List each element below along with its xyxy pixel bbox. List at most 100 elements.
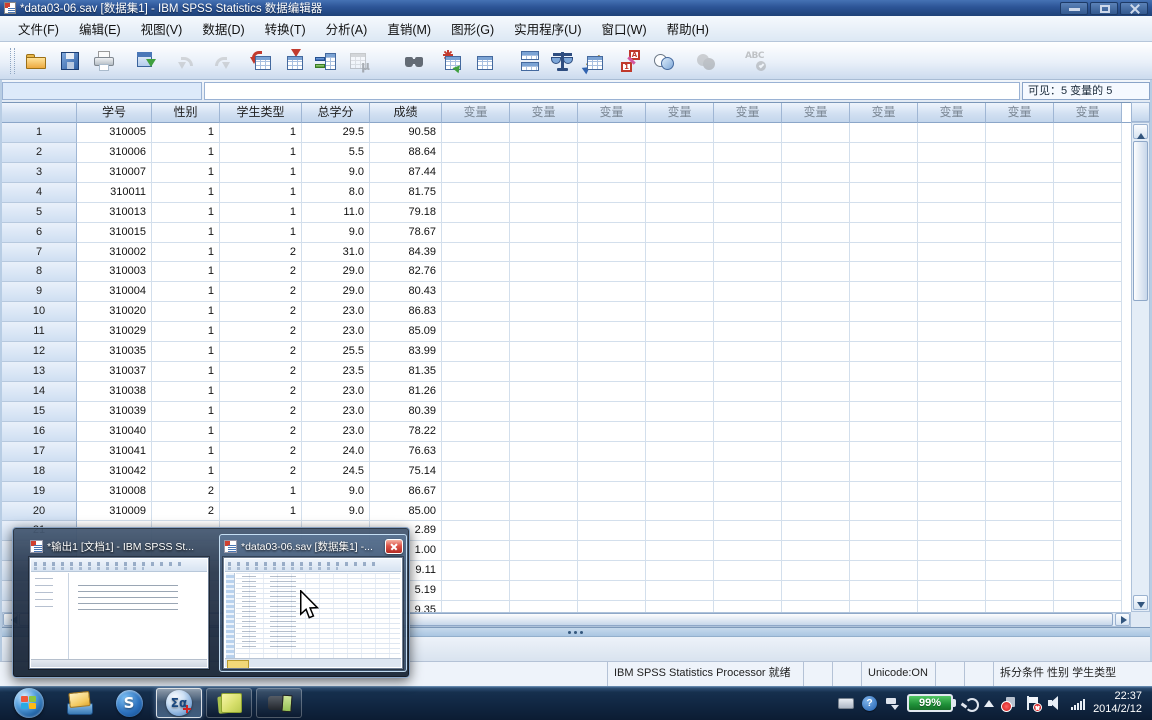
cell[interactable]: 2 [152,501,220,522]
empty-cell[interactable] [578,501,646,522]
empty-cell[interactable] [646,282,714,303]
empty-cell[interactable] [986,461,1054,482]
empty-cell[interactable] [1054,342,1122,363]
cell[interactable]: 75.14 [370,461,442,482]
empty-cell[interactable] [782,262,850,283]
col-header-empty[interactable]: 变量 [986,103,1054,123]
empty-cell[interactable] [646,441,714,462]
cell[interactable]: 29.5 [302,123,370,143]
empty-cell[interactable] [782,481,850,502]
col-header-empty[interactable]: 变量 [782,103,850,123]
cell[interactable]: 1 [220,182,302,203]
empty-cell[interactable] [646,401,714,422]
empty-cell[interactable] [714,282,782,303]
empty-cell[interactable] [442,262,510,283]
col-header-empty[interactable]: 变量 [850,103,918,123]
empty-cell[interactable] [578,601,646,612]
empty-cell[interactable] [918,401,986,422]
empty-cell[interactable] [578,481,646,502]
empty-cell[interactable] [646,302,714,323]
empty-cell[interactable] [782,401,850,422]
empty-cell[interactable] [442,322,510,343]
minimize-button[interactable] [1060,1,1088,15]
empty-cell[interactable] [918,561,986,582]
cell[interactable]: 31.0 [302,242,370,263]
cell[interactable]: 1 [152,123,220,143]
empty-cell[interactable] [510,441,578,462]
empty-cell[interactable] [714,202,782,223]
empty-cell[interactable] [510,461,578,482]
empty-cell[interactable] [442,302,510,323]
empty-cell[interactable] [918,421,986,442]
empty-cell[interactable] [782,601,850,612]
cell[interactable]: 29.0 [302,262,370,283]
empty-cell[interactable] [510,262,578,283]
empty-cell[interactable] [510,302,578,323]
empty-cell[interactable] [986,601,1054,612]
col-header-1[interactable]: 学号 [77,103,152,123]
empty-cell[interactable] [442,461,510,482]
empty-cell[interactable] [578,342,646,363]
empty-cell[interactable] [442,541,510,562]
empty-cell[interactable] [782,561,850,582]
empty-cell[interactable] [714,362,782,382]
toolbar-open-data-document-button[interactable] [21,46,51,76]
empty-cell[interactable] [510,202,578,223]
toolbar-goto-variable-button[interactable] [279,46,309,76]
empty-cell[interactable] [1054,561,1122,582]
cell[interactable]: 87.44 [370,162,442,183]
empty-cell[interactable] [850,342,918,363]
scroll-down-arrow-icon[interactable] [1133,595,1148,610]
empty-cell[interactable] [782,541,850,562]
cell[interactable]: 1 [220,481,302,502]
empty-cell[interactable] [510,381,578,402]
cell[interactable]: 81.26 [370,381,442,402]
notes-button[interactable] [206,688,252,718]
network-signal-icon[interactable] [1071,697,1086,710]
cell[interactable]: 83.99 [370,342,442,363]
empty-cell[interactable] [714,561,782,582]
empty-cell[interactable] [646,162,714,183]
cell[interactable]: 1 [220,222,302,243]
empty-cell[interactable] [714,401,782,422]
scroll-up-arrow-icon[interactable] [1133,124,1148,139]
empty-cell[interactable] [578,441,646,462]
empty-cell[interactable] [510,142,578,163]
empty-cell[interactable] [510,521,578,542]
empty-cell[interactable] [714,421,782,442]
empty-cell[interactable] [578,541,646,562]
empty-cell[interactable] [646,262,714,283]
cell[interactable]: 2 [220,401,302,422]
empty-cell[interactable] [782,461,850,482]
thumbnail-close-button[interactable] [385,539,403,554]
empty-cell[interactable] [986,282,1054,303]
cell[interactable]: 2 [220,461,302,482]
empty-cell[interactable] [782,581,850,602]
empty-cell[interactable] [442,342,510,363]
cell[interactable]: 1 [152,202,220,223]
cell[interactable]: 29.0 [302,282,370,303]
cell[interactable]: 310042 [77,461,152,482]
empty-cell[interactable] [782,202,850,223]
cell[interactable]: 9.0 [302,162,370,183]
cell[interactable]: 85.00 [370,501,442,522]
cell[interactable]: 1 [220,202,302,223]
empty-cell[interactable] [986,262,1054,283]
cell[interactable]: 2 [220,342,302,363]
col-header-5[interactable]: 成绩 [370,103,442,123]
row-number[interactable]: 3 [2,162,77,183]
empty-cell[interactable] [1054,461,1122,482]
cell[interactable]: 310013 [77,202,152,223]
empty-cell[interactable] [646,242,714,263]
cell[interactable]: 1 [152,302,220,323]
empty-cell[interactable] [1054,481,1122,502]
cell[interactable]: 78.67 [370,222,442,243]
cell[interactable]: 5.5 [302,142,370,163]
row-number[interactable]: 18 [2,461,77,482]
empty-cell[interactable] [986,362,1054,382]
empty-cell[interactable] [442,142,510,163]
empty-cell[interactable] [986,162,1054,183]
empty-cell[interactable] [1054,142,1122,163]
scroll-right-arrow-icon[interactable] [1115,613,1130,626]
cell[interactable]: 1 [220,162,302,183]
